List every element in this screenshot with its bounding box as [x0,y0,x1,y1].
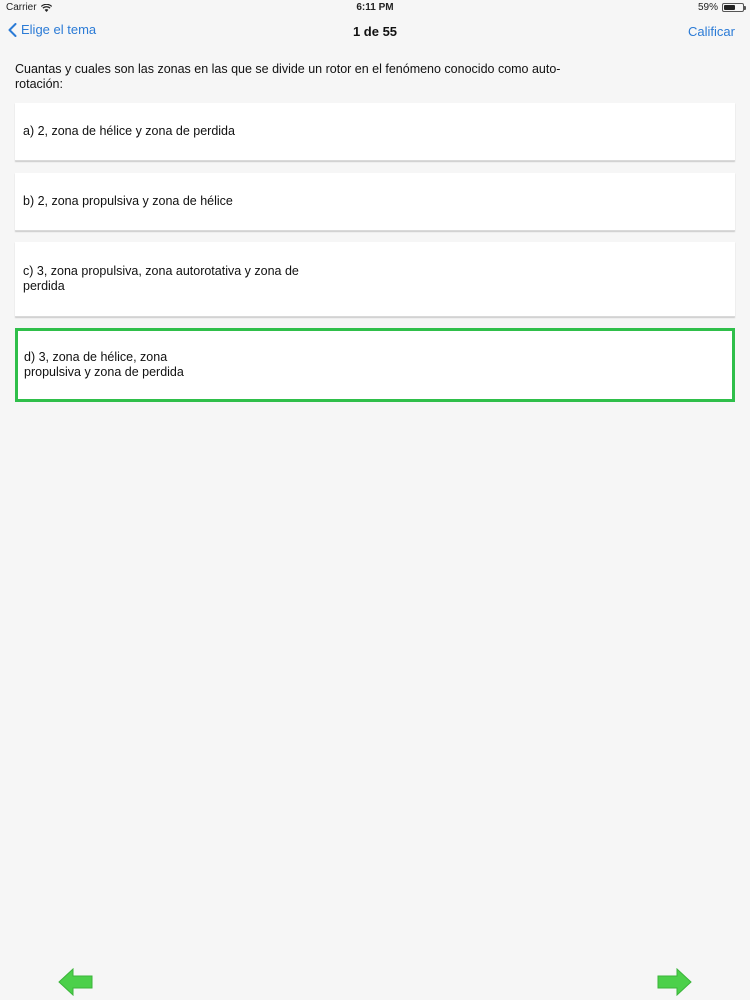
battery-level-fill [724,5,735,10]
status-time: 6:11 PM [356,2,394,13]
answer-option-label: c) 3, zona propulsiva, zona autorotativa… [23,264,299,293]
grade-button[interactable]: Calificar [688,24,735,39]
answer-option-b[interactable]: b) 2, zona propulsiva y zona de hélice [15,173,735,231]
battery-info: 59% [697,2,746,13]
answer-option-label: b) 2, zona propulsiva y zona de hélice [23,194,233,208]
next-question-button[interactable] [656,967,692,997]
arrow-left-icon [58,967,93,997]
answer-option-label: d) 3, zona de hélice, zona propulsiva y … [24,350,184,379]
answer-option-d-selected[interactable]: d) 3, zona de hélice, zona propulsiva y … [15,328,735,402]
battery-icon [722,3,746,12]
page-title: 1 de 55 [352,24,398,39]
question-text: Cuantas y cuales son las zonas en las qu… [15,62,561,91]
previous-question-button[interactable] [58,967,94,997]
answer-option-c[interactable]: c) 3, zona propulsiva, zona autorotativa… [15,242,735,317]
status-bar: Carrier 6:11 PM 59% [0,0,750,16]
battery-percent: 59% [697,2,718,13]
answer-option-label: a) 2, zona de hélice y zona de perdida [23,124,235,138]
navigation-bar: Elige el tema 1 de 55 Calificar [0,16,750,46]
answer-option-a[interactable]: a) 2, zona de hélice y zona de perdida [15,103,735,161]
arrow-right-icon [657,967,692,997]
